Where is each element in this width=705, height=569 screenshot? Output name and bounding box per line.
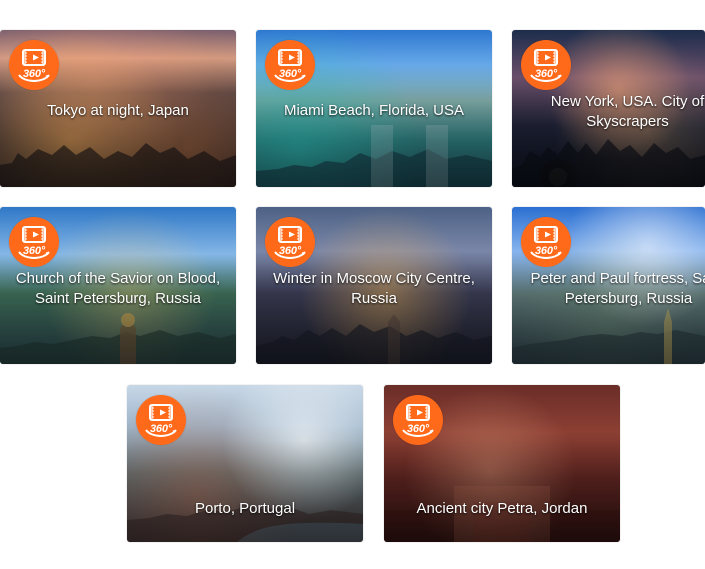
badge-text: 360° — [407, 423, 429, 435]
video-360-badge: 360° — [521, 217, 571, 267]
video-360-badge: 360° — [265, 40, 315, 90]
gallery-card-moscow-winter[interactable]: 360° Winter in Moscow City Centre, Russi… — [256, 207, 492, 364]
badge-text: 360° — [535, 68, 557, 80]
badge-text: 360° — [279, 68, 301, 80]
video-360-badge: 360° — [265, 217, 315, 267]
badge-text: 360° — [23, 245, 45, 257]
video-360-badge: 360° — [9, 217, 59, 267]
video-360-icon — [145, 404, 177, 437]
video-360-badge: 360° — [521, 40, 571, 90]
card-caption: Ancient city Petra, Jordan — [416, 499, 588, 517]
gallery-card-miami[interactable]: 360° Miami Beach, Florida, USA — [256, 30, 492, 187]
gallery-card-new-york[interactable]: 360° New York, USA. City of Skyscrapers — [512, 30, 705, 187]
gallery-card-porto[interactable]: 360° Porto, Portugal — [127, 385, 363, 542]
video-360-icon — [530, 226, 562, 259]
gallery-card-peter-and-paul[interactable]: 360° Peter and Paul fortress, Saint Pete… — [512, 207, 705, 364]
badge-text: 360° — [150, 423, 172, 435]
gallery-card-tokyo[interactable]: 360° Tokyo at night, Japan — [0, 30, 236, 187]
video-360-icon — [18, 226, 50, 259]
video-360-badge: 360° — [9, 40, 59, 90]
card-caption: Peter and Paul fortress, Saint Petersbur… — [530, 269, 705, 307]
card-caption: Miami Beach, Florida, USA — [283, 101, 465, 119]
badge-text: 360° — [279, 245, 301, 257]
video-360-icon — [402, 404, 434, 437]
gallery-card-church-savior-on-blood[interactable]: 360° Church of the Savior on Blood, Sain… — [0, 207, 236, 364]
video-360-icon — [530, 49, 562, 82]
card-caption: Tokyo at night, Japan — [47, 101, 189, 119]
card-caption: Porto, Portugal — [194, 499, 296, 517]
video-360-icon — [274, 226, 306, 259]
badge-text: 360° — [535, 245, 557, 257]
card-caption: New York, USA. City of Skyscrapers — [550, 92, 705, 130]
video-360-badge: 360° — [136, 395, 186, 445]
card-caption: Winter in Moscow City Centre, Russia — [273, 269, 475, 307]
video-360-icon — [274, 49, 306, 82]
video-360-icon — [18, 49, 50, 82]
card-caption: Church of the Savior on Blood, Saint Pet… — [15, 269, 221, 307]
gallery-card-petra[interactable]: 360° Ancient city Petra, Jordan — [384, 385, 620, 542]
badge-text: 360° — [23, 68, 45, 80]
video-360-badge: 360° — [393, 395, 443, 445]
